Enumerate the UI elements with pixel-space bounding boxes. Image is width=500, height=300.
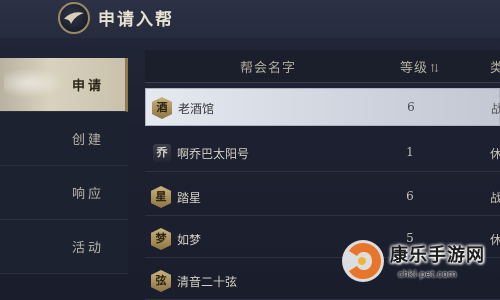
page-title: 申请入帮 (98, 10, 174, 30)
sort-icon[interactable]: ⇅ (430, 62, 440, 75)
watermark-logo-icon (342, 240, 384, 282)
guild-name: 如梦 (177, 233, 202, 247)
guild-level: 1 (406, 145, 414, 159)
column-header-type: 类 (490, 61, 500, 76)
tab-apply[interactable]: 申请 (0, 58, 128, 112)
tab-label: 申请 (72, 79, 105, 94)
tab-respond[interactable]: 响应 (0, 166, 128, 220)
guild-type: 休 (490, 147, 500, 161)
guild-badge-icon: 弦 (151, 270, 171, 292)
guild-row[interactable]: 星 踏星 6 战 (145, 178, 500, 216)
tab-label: 创建 (72, 133, 105, 148)
guild-level: 6 (407, 100, 415, 114)
guild-row[interactable]: 乔 啊乔巴太阳号 1 休 (145, 134, 500, 172)
guild-type: 战 (491, 102, 500, 116)
guild-name: 老酒馆 (178, 102, 215, 116)
guild-emblem-icon (58, 2, 90, 34)
guild-level: 6 (406, 189, 414, 203)
guild-badge-icon: 乔 (153, 144, 171, 162)
guild-row[interactable]: 酒 老酒馆 6 战 (145, 88, 500, 126)
watermark-url: chkl-pet.com (398, 270, 457, 280)
tab-label: 响应 (72, 187, 105, 202)
guild-badge-icon: 梦 (151, 228, 171, 250)
watermark-title: 康乐手游网 (390, 245, 485, 266)
column-header-level-label: 等级 (400, 61, 429, 76)
tab-activity[interactable]: 活动 (0, 220, 128, 274)
guild-name: 啊乔巴太阳号 (177, 147, 250, 161)
guild-name: 清音二十弦 (177, 275, 238, 289)
column-header-level[interactable]: 等级 ⇅ (400, 57, 440, 76)
brush-decoration (4, 68, 64, 98)
guild-name: 踏星 (177, 191, 202, 205)
tab-create[interactable]: 创建 (0, 112, 128, 166)
header-bar: 申请入帮 (0, 0, 500, 38)
guild-badge-icon: 酒 (152, 97, 172, 119)
guild-type: 战 (490, 191, 500, 205)
column-header-name: 帮会名字 (240, 61, 297, 76)
guild-badge-icon: 星 (151, 186, 171, 208)
tab-label: 活动 (72, 241, 105, 256)
guild-table-header: 帮会名字 等级 ⇅ 类 (145, 50, 500, 83)
site-watermark: 康乐手游网 chkl-pet.com (338, 232, 500, 300)
